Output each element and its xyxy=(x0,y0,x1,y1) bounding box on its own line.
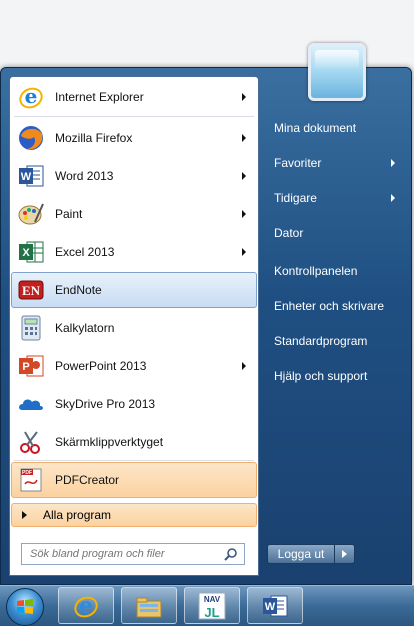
right-item-kontrollpanelen[interactable]: Kontrollpanelen xyxy=(265,256,405,286)
snipping-tool-icon xyxy=(15,426,47,458)
program-internet-explorer[interactable]: e Internet Explorer xyxy=(11,79,257,115)
svg-text:EN: EN xyxy=(22,283,41,298)
svg-text:JL: JL xyxy=(204,605,219,620)
nav-jl-icon: NAVJL xyxy=(198,592,226,620)
right-item-hjalp-och-support[interactable]: Hjälp och support xyxy=(265,361,405,391)
pdfcreator-icon: PDF xyxy=(15,464,47,496)
file-explorer-icon xyxy=(136,597,162,617)
taskbar-file-explorer[interactable] xyxy=(121,587,177,624)
divider xyxy=(14,116,254,117)
svg-text:W: W xyxy=(265,601,276,613)
word-icon: W xyxy=(263,595,288,616)
right-item-enheter-och-skrivare[interactable]: Enheter och skrivare xyxy=(265,291,405,321)
word-icon: W xyxy=(15,160,47,192)
internet-explorer-icon: e xyxy=(15,81,47,113)
programs-pane: e Internet Explorer Mozilla Firefox W Wo… xyxy=(9,76,259,576)
all-programs-button[interactable]: Alla program xyxy=(11,503,257,527)
submenu-arrow[interactable] xyxy=(391,159,395,167)
calculator-icon xyxy=(15,312,47,344)
search-input[interactable] xyxy=(22,547,222,561)
skydrive-icon xyxy=(15,388,47,420)
right-item-tidigare[interactable]: Tidigare xyxy=(265,183,405,213)
program-excel-2013[interactable]: X Excel 2013 xyxy=(11,234,257,270)
taskbar-nav-jl[interactable]: NAV JL xyxy=(184,587,240,624)
program-pdfcreator[interactable]: PDF PDFCreator xyxy=(11,462,257,498)
svg-text:PDF: PDF xyxy=(22,470,32,476)
windows-logo-icon xyxy=(17,599,33,614)
program-paint[interactable]: Paint xyxy=(11,196,257,232)
program-endnote[interactable]: EN EndNote xyxy=(11,272,257,308)
paint-icon xyxy=(15,198,47,230)
submenu-arrow[interactable] xyxy=(242,93,246,101)
submenu-arrow[interactable] xyxy=(242,134,246,142)
taskbar-internet-explorer[interactable]: e xyxy=(58,587,114,624)
svg-text:W: W xyxy=(21,171,32,183)
right-item-favoriter[interactable]: Favoriter xyxy=(265,148,405,178)
shutdown-options-button[interactable] xyxy=(335,544,355,564)
submenu-arrow[interactable] xyxy=(242,210,246,218)
user-picture[interactable] xyxy=(308,43,366,101)
right-item-mina-dokument[interactable]: Mina dokument xyxy=(265,113,405,143)
arrow-right-icon xyxy=(22,511,27,519)
program-skydrive-pro-2013[interactable]: SkyDrive Pro 2013 xyxy=(11,386,257,422)
svg-text:NAV: NAV xyxy=(204,595,221,604)
search-box[interactable] xyxy=(21,543,245,565)
submenu-arrow[interactable] xyxy=(242,172,246,180)
powerpoint-icon: P xyxy=(15,350,47,382)
excel-icon: X xyxy=(15,236,47,268)
firefox-icon xyxy=(15,122,47,154)
submenu-arrow[interactable] xyxy=(242,248,246,256)
search-icon[interactable] xyxy=(222,545,240,563)
svg-text:X: X xyxy=(22,247,30,259)
program-word-2013[interactable]: W Word 2013 xyxy=(11,158,257,194)
svg-text:P: P xyxy=(22,361,29,373)
program-skarmklippverktyget[interactable]: Skärmklippverktyget xyxy=(11,424,257,460)
svg-text:e: e xyxy=(79,593,93,619)
taskbar-word[interactable]: W xyxy=(247,587,303,624)
submenu-arrow[interactable] xyxy=(242,362,246,370)
logoff-group: Logga ut xyxy=(267,544,355,564)
endnote-icon: EN xyxy=(15,274,47,306)
internet-explorer-icon: e xyxy=(74,593,98,619)
program-kalkylatorn[interactable]: Kalkylatorn xyxy=(11,310,257,346)
start-button[interactable] xyxy=(6,588,44,626)
program-mozilla-firefox[interactable]: Mozilla Firefox xyxy=(11,120,257,156)
logoff-button[interactable]: Logga ut xyxy=(267,544,335,564)
right-item-dator[interactable]: Dator xyxy=(265,218,405,248)
program-powerpoint-2013[interactable]: P PowerPoint 2013 xyxy=(11,348,257,384)
arrow-right-icon xyxy=(342,550,347,558)
right-item-standardprogram[interactable]: Standardprogram xyxy=(265,326,405,356)
svg-text:e: e xyxy=(25,84,38,108)
divider xyxy=(14,460,254,461)
submenu-arrow[interactable] xyxy=(391,194,395,202)
taskbar: e NAV JL W xyxy=(0,585,414,626)
